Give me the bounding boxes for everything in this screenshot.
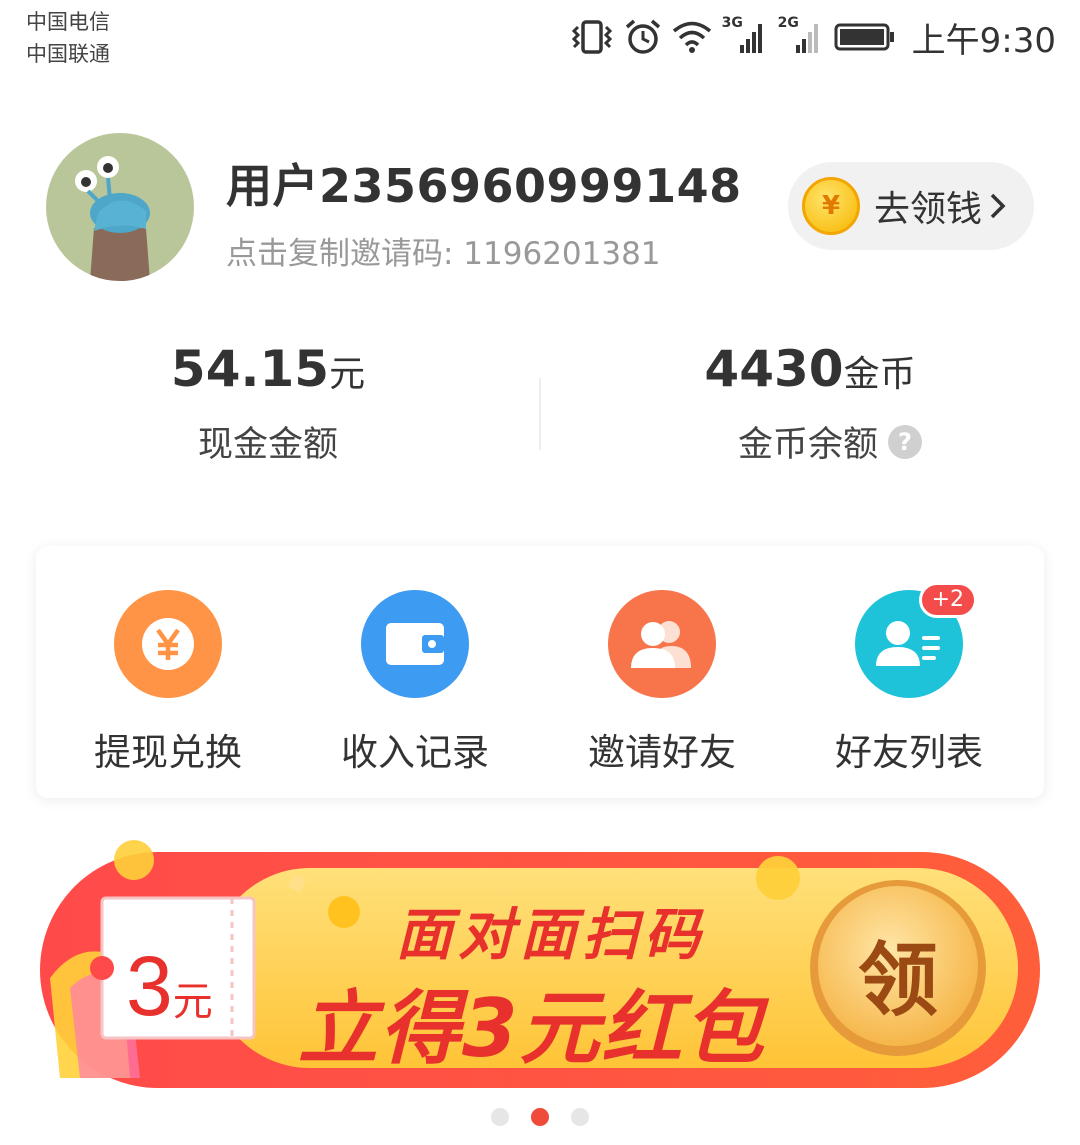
ticket-amount-unit: 元 — [172, 980, 213, 1024]
carrier-names: 中国电信 中国联通 — [26, 6, 110, 70]
vibrate-icon — [571, 20, 612, 54]
banner-headline: 面对面扫码 — [396, 903, 706, 968]
wallet-icon — [361, 590, 469, 698]
new-friends-badge: +2 — [918, 582, 977, 618]
status-icons: 3G 2G 上午9:30 — [570, 14, 1056, 61]
cash-balance[interactable]: 54.15元 现金金额 — [0, 340, 536, 467]
shortcut-label: 收入记录 — [341, 731, 489, 774]
claim-money-label: 去领钱 — [874, 189, 983, 230]
shortcut-label: 好友列表 — [835, 731, 983, 774]
users-icon — [608, 590, 716, 698]
yen-coin-icon: ¥ — [802, 177, 860, 235]
shortcut-friend-list[interactable]: +2 好友列表 — [789, 582, 1029, 776]
shortcut-invite-friends[interactable]: 邀请好友 — [542, 590, 782, 776]
shortcut-label: 提现兑换 — [94, 731, 242, 774]
shortcut-income-records[interactable]: 收入记录 — [295, 590, 535, 776]
carrier-1: 中国电信 — [26, 10, 110, 34]
banner-claim-button[interactable]: 领 — [842, 916, 954, 1032]
claim-money-button[interactable]: ¥ 去领钱 — [788, 162, 1034, 250]
shortcut-card: 提现兑换 收入记录 邀请好友 +2 好友列表 — [36, 546, 1044, 798]
battery-icon — [834, 23, 894, 51]
coin-label: 金币余额 — [737, 425, 878, 465]
yen-coin-icon — [114, 590, 222, 698]
signal-3g-icon: 3G — [722, 15, 768, 55]
cash-value: 54.15 — [170, 340, 330, 398]
contact-list-icon: +2 — [855, 582, 977, 698]
carrier-2: 中国联通 — [26, 42, 110, 66]
carousel-dot-active[interactable] — [531, 1108, 549, 1126]
shortcut-label: 邀请好友 — [588, 731, 736, 774]
cash-label: 现金金额 — [197, 425, 338, 465]
alarm-icon — [625, 19, 660, 54]
copy-invite-code[interactable]: 点击复制邀请码: 1196201381 — [226, 228, 661, 273]
help-icon[interactable]: ? — [888, 424, 922, 459]
cash-unit: 元 — [329, 354, 366, 395]
carousel-dot[interactable] — [491, 1108, 509, 1126]
shortcut-withdraw[interactable]: 提现兑换 — [48, 590, 288, 776]
coin-value: 4430 — [704, 340, 844, 398]
signal-2g-icon: 2G — [778, 15, 824, 55]
carousel-dot[interactable] — [571, 1108, 589, 1126]
avatar[interactable] — [46, 133, 194, 281]
promo-banner[interactable]: 3元 面对面扫码 立得3元红包 领 — [40, 838, 1040, 1094]
ticket-amount-number: 3 — [126, 939, 173, 1033]
banner-subline: 立得3元红包 — [298, 982, 766, 1075]
carousel-indicator — [0, 1108, 1080, 1126]
coin-balance[interactable]: 4430金币 金币余额? — [540, 340, 1080, 467]
coin-unit: 金币 — [843, 354, 916, 395]
status-bar: 中国电信 中国联通 3G 2G 上午9:30 — [0, 0, 1080, 80]
wifi-icon — [672, 21, 711, 53]
clock-time: 上午9:30 — [911, 20, 1056, 61]
chevron-right-icon — [990, 193, 1006, 219]
ticket-amount: 3元 — [126, 938, 213, 1035]
username: 用户2356960999148 — [226, 159, 742, 213]
